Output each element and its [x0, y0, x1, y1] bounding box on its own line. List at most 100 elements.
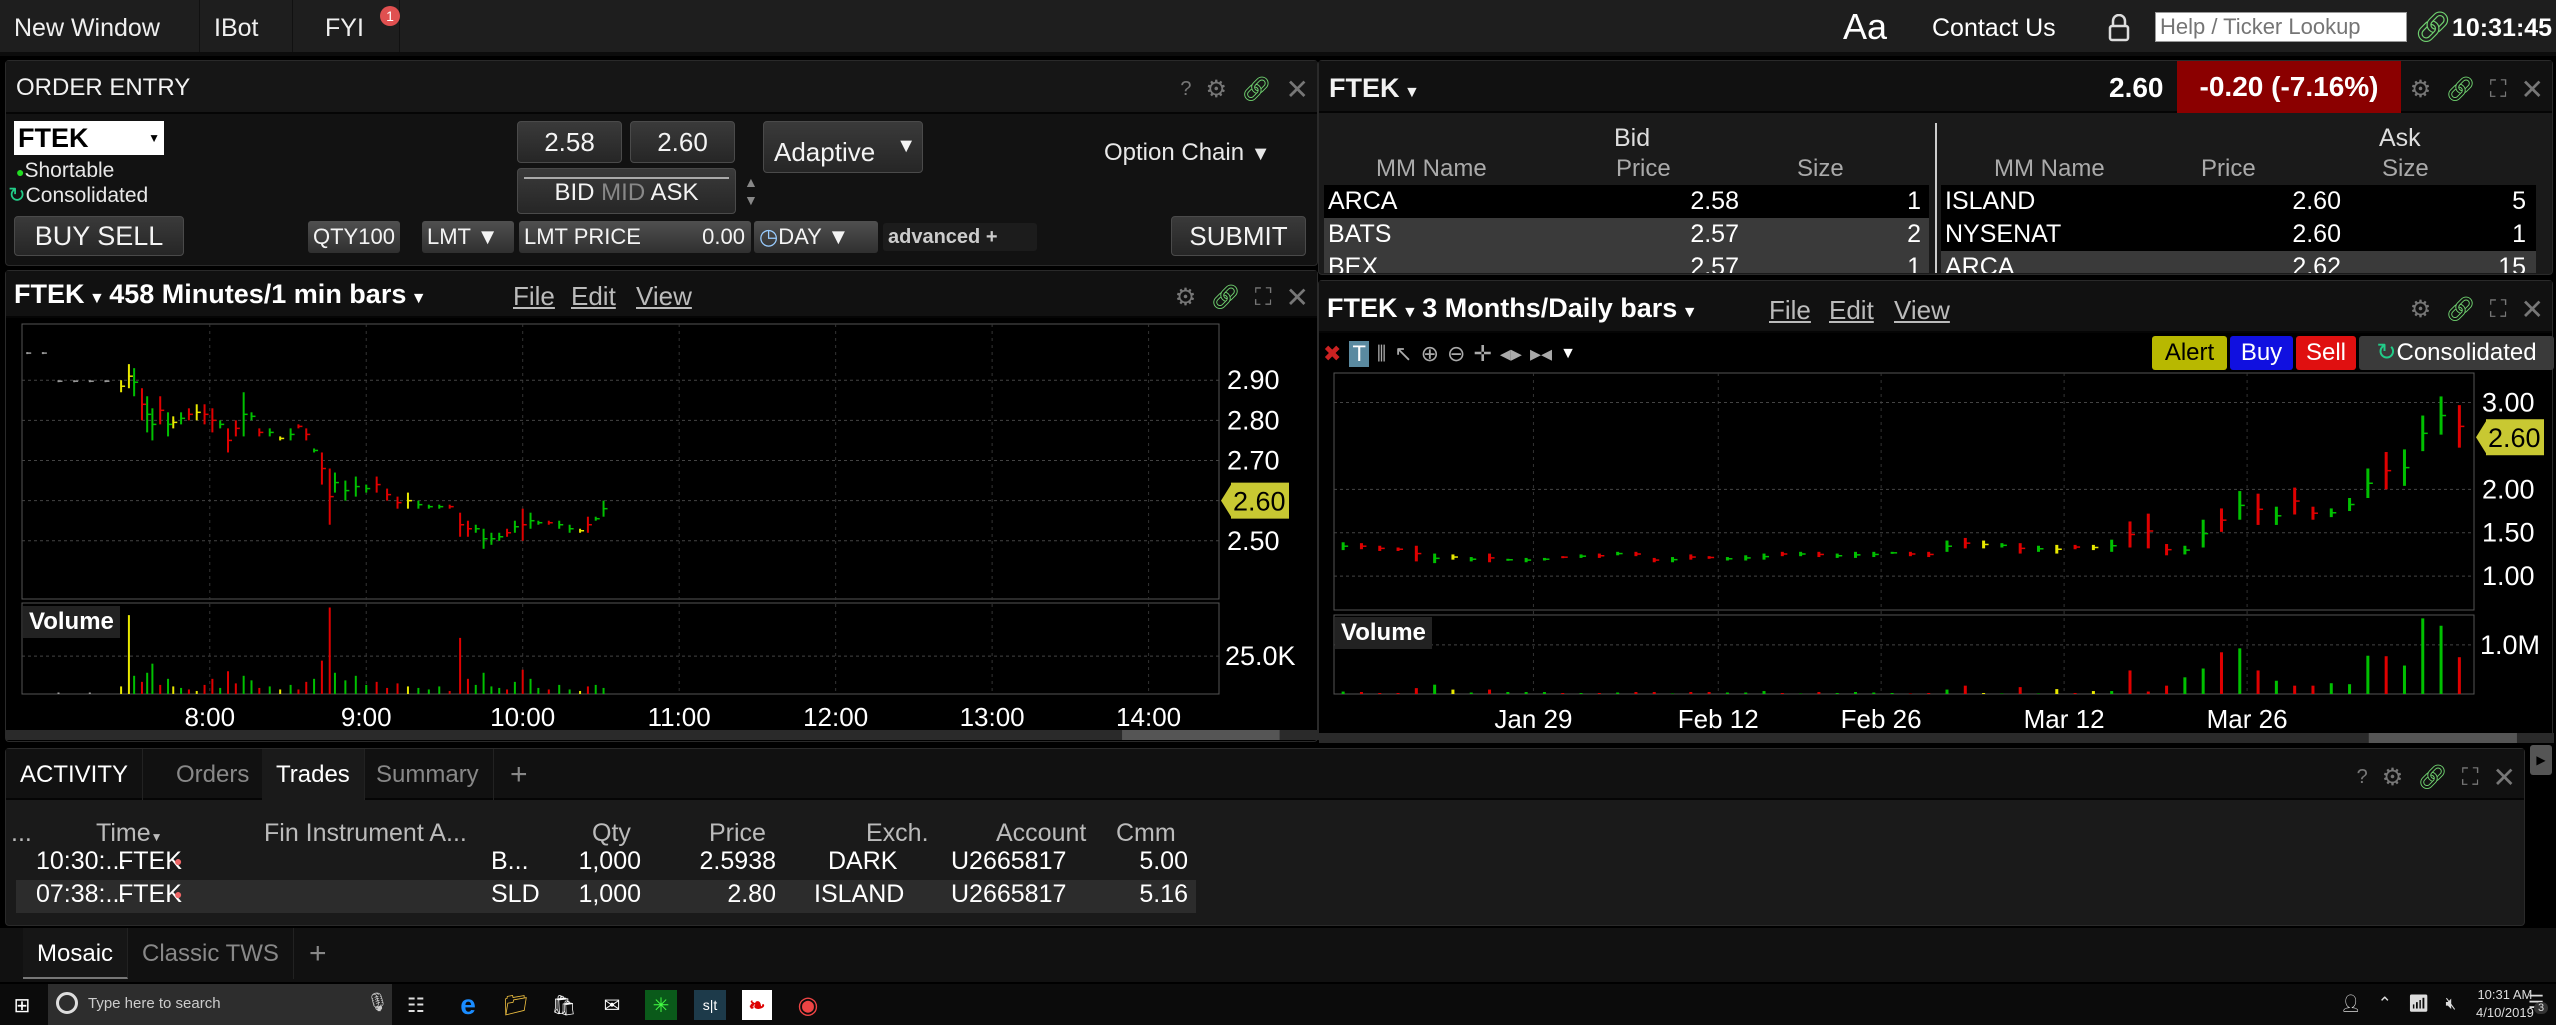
zoom-out-icon[interactable]: ⊖ [1447, 341, 1465, 367]
show-hidden-icon[interactable]: ⌃ [2378, 994, 2392, 1014]
bid-row[interactable]: BATS 2.57 2 [1324, 218, 1929, 251]
maximize-icon[interactable]: ⛶ [2462, 764, 2479, 792]
col-price[interactable]: Price [709, 819, 766, 848]
trade-row[interactable]: 07:38:... FTEK ● SLD 1,000 2.80 ISLAND U… [16, 880, 1196, 913]
advanced-button[interactable]: advanced + [883, 223, 1037, 251]
cursor-icon[interactable]: ↖ [1394, 341, 1412, 367]
link-icon[interactable]: 🔗︎ [1241, 75, 1271, 104]
chevron-down-icon[interactable]: ▼ [85, 290, 110, 307]
buy-sell-button[interactable]: BUY SELL [14, 216, 184, 256]
chevron-down-icon[interactable]: ▼ [1677, 304, 1698, 321]
quote-symbol[interactable]: FTEK ▼ [1329, 73, 1420, 104]
add-tab-button[interactable]: + [496, 749, 542, 800]
menu-file[interactable]: File [1769, 295, 1811, 326]
bid-price-button[interactable]: 2.58 [517, 121, 622, 163]
text-tool-icon[interactable]: T [1349, 341, 1369, 367]
side-collapse-button[interactable]: ▶ [2530, 745, 2552, 775]
contact-us-link[interactable]: Contact Us [1932, 14, 2056, 43]
mail-icon[interactable]: ✉ [596, 990, 628, 1020]
chart-title[interactable]: FTEK ▼ 458 Minutes/1 min bars ▼ [14, 279, 427, 310]
expand-icon[interactable]: ◂▸ [1500, 341, 1522, 367]
col-instrument[interactable]: Fin Instrument A... [264, 819, 467, 848]
menu-edit[interactable]: Edit [1829, 295, 1874, 326]
tab-mosaic[interactable]: Mosaic [23, 928, 129, 979]
close-icon[interactable]: ✕ [2521, 73, 2544, 106]
task-view-icon[interactable]: ☷ [400, 990, 432, 1020]
people-icon[interactable]: 👤︎ [2340, 994, 2362, 1014]
close-icon[interactable]: ✕ [2493, 761, 2516, 794]
col-exchange[interactable]: Exch. [866, 819, 929, 848]
trade-row[interactable]: 10:30:... FTEK ● B... 1,000 2.5938 DARK … [16, 847, 1196, 880]
lock-icon[interactable] [2108, 13, 2130, 47]
symbol-input[interactable]: FTEK ▼ [14, 121, 164, 155]
store-icon[interactable]: 🛍︎ [548, 990, 580, 1020]
sell-button[interactable]: Sell [2296, 336, 2356, 370]
add-layout-button[interactable]: + [295, 928, 341, 979]
chevron-down-icon[interactable]: ▼ [148, 121, 160, 155]
taskbar-clock[interactable]: 10:31 AM 4/10/2019 [2476, 986, 2534, 1022]
menu-view[interactable]: View [636, 281, 692, 312]
tif-select[interactable]: ◷DAY ▼ [754, 221, 878, 253]
order-type-select[interactable]: LMT ▼ [422, 221, 514, 253]
alert-button[interactable]: Alert [2152, 336, 2227, 370]
chart-symbol[interactable]: FTEK [1327, 293, 1398, 323]
option-chain-dropdown[interactable]: Option Chain ▼ [1104, 139, 1271, 167]
scrollbar-thumb[interactable] [1122, 730, 1280, 740]
algo-select[interactable]: Adaptive ▼ [763, 121, 923, 173]
ask-row[interactable]: ARCA 2.62 15 [1941, 251, 2536, 273]
chevron-down-icon[interactable]: ▼ [406, 290, 427, 307]
chart-period[interactable]: 3 Months/Daily bars [1422, 293, 1677, 323]
maximize-icon[interactable]: ⛶ [1255, 284, 1272, 312]
link-icon[interactable]: 🔗︎ [2445, 75, 2475, 104]
col-account[interactable]: Account [996, 819, 1086, 848]
gear-icon[interactable]: ⚙ [2410, 295, 2432, 324]
tab-summary[interactable]: Summary [362, 749, 494, 800]
chart-period[interactable]: 458 Minutes/1 min bars [109, 279, 406, 309]
close-icon[interactable]: ✕ [2521, 293, 2544, 326]
col-mm-name[interactable]: MM Name [1376, 155, 1487, 183]
col-commission[interactable]: Cmm [1116, 819, 1176, 848]
gear-icon[interactable]: ⚙ [2382, 763, 2404, 792]
col-qty[interactable]: Qty [592, 819, 631, 848]
windows-start-icon[interactable]: ⊞ [6, 990, 38, 1020]
collapse-icon[interactable]: ▸◂ [1530, 341, 1552, 367]
menu-view[interactable]: View [1894, 295, 1950, 326]
crosshair-icon[interactable]: ✛ [1473, 341, 1491, 367]
link-icon[interactable]: 🔗︎ [2414, 10, 2452, 45]
mid-label[interactable]: MID [601, 179, 645, 206]
scrollbar-thumb[interactable] [2368, 733, 2517, 743]
limit-price-field[interactable]: LMT PRICE 0.00 [519, 221, 751, 253]
tws-app-icon[interactable]: ❧ [742, 990, 772, 1020]
col-size[interactable]: Size [1797, 155, 1844, 183]
help-icon[interactable]: ? [1180, 78, 1191, 101]
maximize-icon[interactable]: ⛶ [2490, 296, 2507, 324]
menu-new-window[interactable]: New Window [0, 0, 200, 52]
ask-price-button[interactable]: 2.60 [630, 121, 735, 163]
menu-file[interactable]: File [513, 281, 555, 312]
bid-label[interactable]: BID [554, 179, 594, 206]
intraday-chart[interactable]: 8:00 9:00 10:00 11:00 12:00 13:00 14:00 2.90 2.8… [6, 318, 1319, 741]
tab-trades[interactable]: Trades [262, 749, 365, 800]
daily-chart[interactable]: Jan 29 Feb 12 Feb 26 Mar 12 Mar 26 3.00 2.00 1.… [1319, 371, 2554, 743]
price-stepper[interactable]: ▲ ▼ [744, 173, 758, 209]
ask-label[interactable]: ASK [651, 179, 699, 206]
bar-style-icon[interactable]: ⫴ [1377, 341, 1386, 367]
col-mm-name[interactable]: MM Name [1994, 155, 2105, 183]
col-price[interactable]: Price [1616, 155, 1671, 183]
chart-symbol[interactable]: FTEK [14, 279, 85, 309]
ask-row[interactable]: NYSENAT 2.60 1 [1941, 218, 2536, 251]
chrome-icon[interactable]: ◉ [792, 990, 824, 1020]
bid-row[interactable]: ARCA 2.58 1 [1324, 185, 1929, 218]
gear-icon[interactable]: ⚙ [2410, 75, 2432, 104]
close-icon[interactable]: ✕ [1286, 281, 1309, 314]
link-icon[interactable]: 🔗︎ [2417, 763, 2447, 792]
bid-row[interactable]: BEX 2.57 1 [1324, 251, 1929, 273]
notifications-icon[interactable]: ☰3 [2528, 992, 2549, 1014]
delete-icon[interactable]: ✖ [1323, 341, 1341, 367]
submit-button[interactable]: SUBMIT [1171, 216, 1306, 256]
link-icon[interactable]: 🔗︎ [2445, 295, 2475, 324]
gear-icon[interactable]: ⚙ [1175, 283, 1197, 312]
green-app-icon[interactable]: ✳ [645, 990, 677, 1020]
link-icon[interactable]: 🔗︎ [1210, 283, 1240, 312]
taskbar-search[interactable]: Type here to search 🎙︎ [48, 984, 392, 1025]
